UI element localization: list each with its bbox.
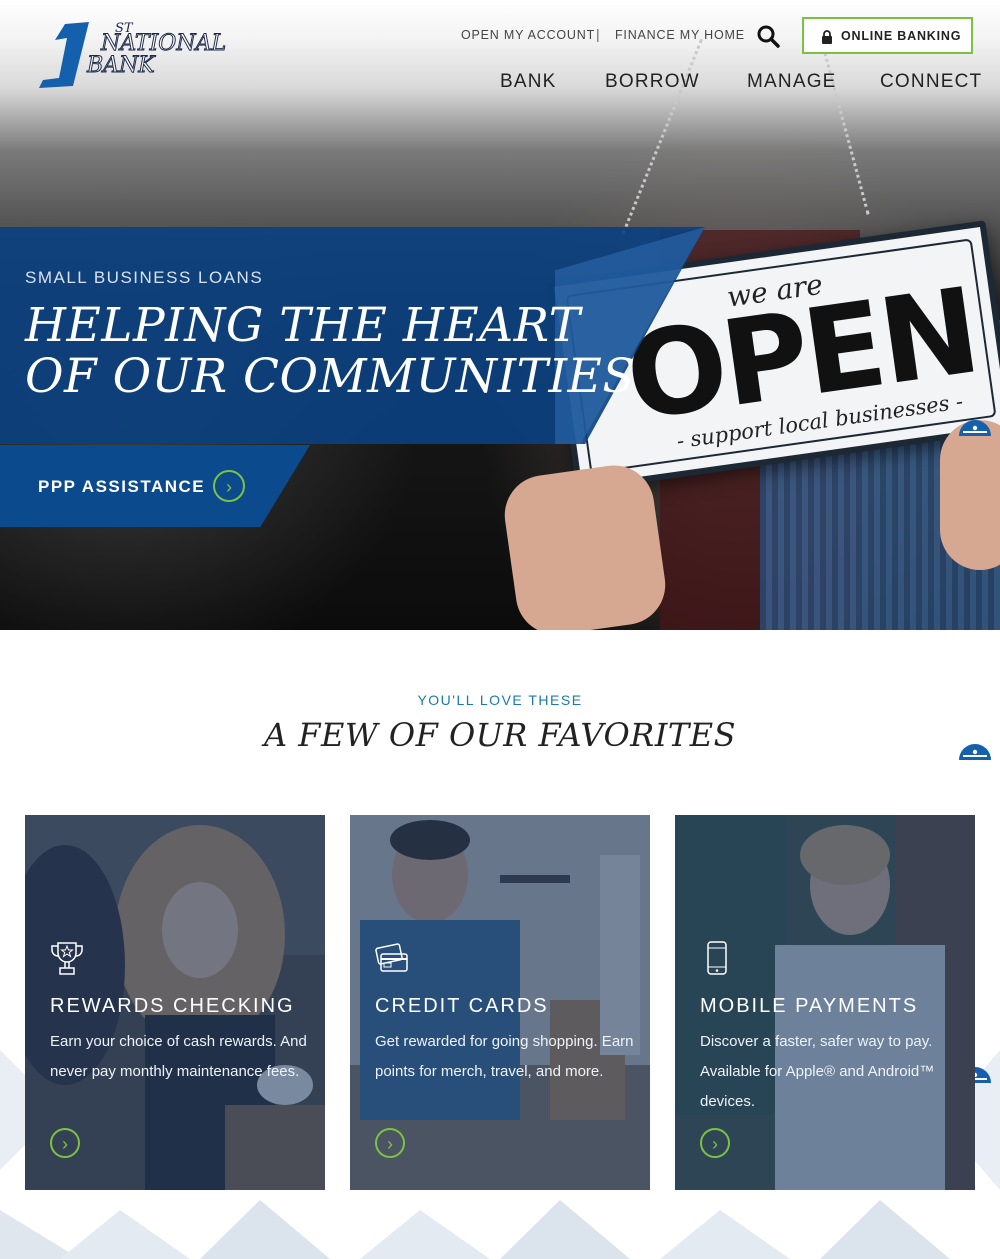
card-description: Discover a faster, safer way to pay. Ava… xyxy=(700,1033,935,1110)
nav-bank[interactable]: BANK xyxy=(500,71,557,93)
mobile-payments-card[interactable]: MOBILE PAYMENTS Discover a faster, safer… xyxy=(675,815,975,1190)
hand-right xyxy=(940,420,1000,570)
card-title: REWARDS CHECKING xyxy=(50,995,295,1017)
online-banking-button[interactable]: ONLINE BANKING xyxy=(802,17,973,54)
ppp-assistance-label: PPP ASSISTANCE xyxy=(38,477,206,496)
mobile-phone-icon xyxy=(707,941,727,975)
chat-widget-icon[interactable] xyxy=(957,418,993,436)
card-title: CREDIT CARDS xyxy=(375,995,549,1017)
hero-title-line2: OF OUR COMMUNITIES xyxy=(25,349,636,404)
card-description: Get rewarded for going shopping. Earn po… xyxy=(375,1033,634,1080)
search-icon[interactable] xyxy=(756,24,780,48)
chevron-right-icon[interactable]: › xyxy=(700,1128,730,1158)
card-title: MOBILE PAYMENTS xyxy=(700,995,919,1017)
hero-title-line1: HELPING THE HEART xyxy=(25,298,581,353)
favorites-title: A FEW OF OUR FAVORITES xyxy=(263,716,737,754)
logo-numeral: 1 xyxy=(51,27,52,29)
nav-manage[interactable]: MANAGE xyxy=(747,71,837,93)
nav-borrow[interactable]: BORROW xyxy=(605,71,700,93)
online-banking-label: ONLINE BANKING xyxy=(841,29,962,43)
ppp-assistance-button[interactable]: PPP ASSISTANCE › xyxy=(0,445,310,527)
hand-left xyxy=(499,460,671,630)
credit-cards-card[interactable]: CREDIT CARDS Get rewarded for going shop… xyxy=(350,815,650,1190)
lock-icon xyxy=(822,30,832,44)
hero-title: HELPING THE HEART OF OUR COMMUNITIES xyxy=(25,300,635,402)
logo-line2: BANK xyxy=(86,53,156,78)
credit-card-icon xyxy=(375,943,408,972)
chevron-right-icon: › xyxy=(213,470,245,502)
bank-logo[interactable]: 1 ST NATIONAL BANK xyxy=(37,18,237,90)
rewards-checking-card[interactable]: REWARDS CHECKING Earn your choice of cas… xyxy=(25,815,325,1190)
card-description: Earn your choice of cash rewards. And ne… xyxy=(50,1033,307,1080)
finance-my-home-link[interactable]: FINANCE MY HOME xyxy=(615,28,745,42)
logo-numeral-shape xyxy=(39,22,89,88)
chevron-right-icon[interactable]: › xyxy=(375,1128,405,1158)
trophy-icon xyxy=(51,942,83,975)
chat-widget-icon[interactable] xyxy=(957,742,993,760)
open-my-account-link[interactable]: OPEN MY ACCOUNT xyxy=(461,28,595,42)
favorites-kicker: YOU'LL LOVE THESE xyxy=(417,692,583,708)
chevron-right-icon[interactable]: › xyxy=(50,1128,80,1158)
nav-connect[interactable]: CONNECT xyxy=(880,71,982,93)
hero-kicker: SMALL BUSINESS LOANS xyxy=(25,268,264,287)
utility-separator: | xyxy=(596,26,600,42)
hero-banner: we are OPEN - support local businesses -… xyxy=(0,0,1000,630)
